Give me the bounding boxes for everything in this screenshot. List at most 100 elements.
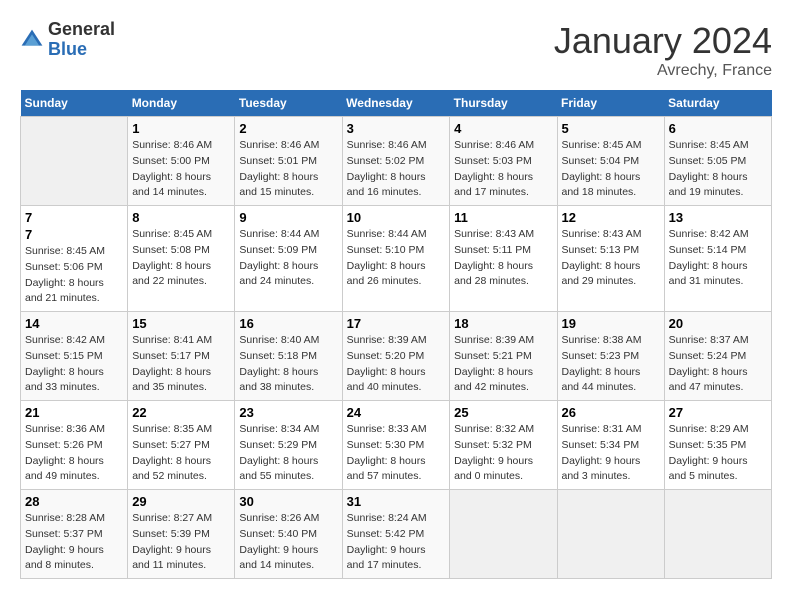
calendar-cell: 6 Sunrise: 8:45 AM Sunset: 5:05 PM Daylig… <box>664 117 771 206</box>
day-info: Sunrise: 8:32 AM Sunset: 5:32 PM Dayligh… <box>454 422 552 485</box>
calendar-cell: 14 Sunrise: 8:42 AM Sunset: 5:15 PM Dayli… <box>21 312 128 401</box>
calendar-cell: 18 Sunrise: 8:39 AM Sunset: 5:21 PM Dayli… <box>450 312 557 401</box>
calendar-cell: 4Sunrise: 8:46 AM Sunset: 5:03 PM Daylig… <box>450 117 557 206</box>
calendar-cell: 9 Sunrise: 8:44 AM Sunset: 5:09 PM Daylig… <box>235 206 342 312</box>
day-info: Sunrise: 8:46 AM Sunset: 5:01 PM Dayligh… <box>239 138 337 201</box>
location-title: Avrechy, France <box>554 62 772 80</box>
logo-text: General Blue <box>48 20 115 60</box>
day-number: 26 <box>562 405 660 420</box>
day-number: 24 <box>347 405 446 420</box>
day-info: Sunrise: 8:29 AM Sunset: 5:35 PM Dayligh… <box>669 422 767 485</box>
logo-blue-text: Blue <box>48 40 115 60</box>
calendar-cell: 13 Sunrise: 8:42 AM Sunset: 5:14 PM Dayli… <box>664 206 771 312</box>
day-info: Sunrise: 8:39 AM Sunset: 5:21 PM Dayligh… <box>454 333 552 396</box>
day-info: Sunrise: 8:36 AM Sunset: 5:26 PM Dayligh… <box>25 422 123 485</box>
day-info: Sunrise: 8:34 AM Sunset: 5:29 PM Dayligh… <box>239 422 337 485</box>
calendar-cell: 20Sunrise: 8:37 AM Sunset: 5:24 PM Dayli… <box>664 312 771 401</box>
calendar-cell: 1 Sunrise: 8:46 AM Sunset: 5:00 PM Daylig… <box>128 117 235 206</box>
calendar-cell: 30Sunrise: 8:26 AM Sunset: 5:40 PM Dayli… <box>235 490 342 579</box>
day-number: 3 <box>347 121 446 136</box>
day-info: Sunrise: 8:42 AM Sunset: 5:15 PM Dayligh… <box>25 333 123 396</box>
day-number: 5 <box>562 121 660 136</box>
calendar-cell: 29 Sunrise: 8:27 AM Sunset: 5:39 PM Dayli… <box>128 490 235 579</box>
calendar-cell: 31 Sunrise: 8:24 AM Sunset: 5:42 PM Dayli… <box>342 490 450 579</box>
day-number: 17 <box>347 316 446 331</box>
calendar-cell: 16 Sunrise: 8:40 AM Sunset: 5:18 PM Dayli… <box>235 312 342 401</box>
day-info: Sunrise: 8:46 AM Sunset: 5:03 PM Dayligh… <box>454 138 552 201</box>
day-info: Sunrise: 8:38 AM Sunset: 5:23 PM Dayligh… <box>562 333 660 396</box>
day-number: 1 <box>132 121 230 136</box>
weekday-header-friday: Friday <box>557 90 664 117</box>
calendar-cell: 10Sunrise: 8:44 AM Sunset: 5:10 PM Dayli… <box>342 206 450 312</box>
weekday-header-tuesday: Tuesday <box>235 90 342 117</box>
day-number: 7 <box>25 210 123 225</box>
day-number: 19 <box>562 316 660 331</box>
day-info: Sunrise: 8:28 AM Sunset: 5:37 PM Dayligh… <box>25 511 123 574</box>
calendar-cell <box>557 490 664 579</box>
weekday-header-thursday: Thursday <box>450 90 557 117</box>
day-info: Sunrise: 8:24 AM Sunset: 5:42 PM Dayligh… <box>347 511 446 574</box>
calendar-cell: 5 Sunrise: 8:45 AM Sunset: 5:04 PM Daylig… <box>557 117 664 206</box>
day-number: 9 <box>239 210 337 225</box>
weekday-header-saturday: Saturday <box>664 90 771 117</box>
day-number: 23 <box>239 405 337 420</box>
day-info: Sunrise: 8:42 AM Sunset: 5:14 PM Dayligh… <box>669 227 767 290</box>
day-info: Sunrise: 8:45 AM Sunset: 5:06 PM Dayligh… <box>25 244 123 307</box>
calendar-cell: 2 Sunrise: 8:46 AM Sunset: 5:01 PM Daylig… <box>235 117 342 206</box>
day-info: Sunrise: 8:40 AM Sunset: 5:18 PM Dayligh… <box>239 333 337 396</box>
day-number: 31 <box>347 494 446 509</box>
day-info: Sunrise: 8:39 AM Sunset: 5:20 PM Dayligh… <box>347 333 446 396</box>
day-number: 27 <box>669 405 767 420</box>
calendar-cell: 21 Sunrise: 8:36 AM Sunset: 5:26 PM Dayli… <box>21 401 128 490</box>
weekday-header-sunday: Sunday <box>21 90 128 117</box>
logo: General Blue <box>20 20 115 60</box>
logo-icon <box>20 28 44 52</box>
day-info: Sunrise: 8:44 AM Sunset: 5:09 PM Dayligh… <box>239 227 337 290</box>
calendar-cell: 28Sunrise: 8:28 AM Sunset: 5:37 PM Dayli… <box>21 490 128 579</box>
calendar-cell: 25 Sunrise: 8:32 AM Sunset: 5:32 PM Dayli… <box>450 401 557 490</box>
logo-general-text: General <box>48 20 115 40</box>
day-number: 13 <box>669 210 767 225</box>
calendar-cell: 22 Sunrise: 8:35 AM Sunset: 5:27 PM Dayli… <box>128 401 235 490</box>
calendar-cell <box>21 117 128 206</box>
day-number: 14 <box>25 316 123 331</box>
day-number: 6 <box>669 121 767 136</box>
day-info: Sunrise: 8:35 AM Sunset: 5:27 PM Dayligh… <box>132 422 230 485</box>
calendar-cell: 15Sunrise: 8:41 AM Sunset: 5:17 PM Dayli… <box>128 312 235 401</box>
day-number: 2 <box>239 121 337 136</box>
calendar-header-row: SundayMondayTuesdayWednesdayThursdayFrid… <box>21 90 772 117</box>
day-number: 16 <box>239 316 337 331</box>
calendar-week-row: 1 Sunrise: 8:46 AM Sunset: 5:00 PM Daylig… <box>21 117 772 206</box>
day-number: 8 <box>132 210 230 225</box>
calendar-table: SundayMondayTuesdayWednesdayThursdayFrid… <box>20 90 772 579</box>
calendar-cell <box>664 490 771 579</box>
day-info: Sunrise: 8:43 AM Sunset: 5:11 PM Dayligh… <box>454 227 552 290</box>
day-info: Sunrise: 8:41 AM Sunset: 5:17 PM Dayligh… <box>132 333 230 396</box>
calendar-cell: 8 Sunrise: 8:45 AM Sunset: 5:08 PM Daylig… <box>128 206 235 312</box>
calendar-cell: 26 Sunrise: 8:31 AM Sunset: 5:34 PM Dayli… <box>557 401 664 490</box>
calendar-cell <box>450 490 557 579</box>
weekday-header-wednesday: Wednesday <box>342 90 450 117</box>
day-number: 22 <box>132 405 230 420</box>
day-info: Sunrise: 8:45 AM Sunset: 5:04 PM Dayligh… <box>562 138 660 201</box>
day-info: Sunrise: 8:31 AM Sunset: 5:34 PM Dayligh… <box>562 422 660 485</box>
day-number: 29 <box>132 494 230 509</box>
day-info: Sunrise: 8:46 AM Sunset: 5:00 PM Dayligh… <box>132 138 230 201</box>
day-number: 18 <box>454 316 552 331</box>
day-number: 7 <box>25 227 123 242</box>
day-info: Sunrise: 8:37 AM Sunset: 5:24 PM Dayligh… <box>669 333 767 396</box>
calendar-cell: 17 Sunrise: 8:39 AM Sunset: 5:20 PM Dayli… <box>342 312 450 401</box>
day-info: Sunrise: 8:45 AM Sunset: 5:08 PM Dayligh… <box>132 227 230 290</box>
day-info: Sunrise: 8:44 AM Sunset: 5:10 PM Dayligh… <box>347 227 446 290</box>
day-number: 30 <box>239 494 337 509</box>
day-info: Sunrise: 8:27 AM Sunset: 5:39 PM Dayligh… <box>132 511 230 574</box>
calendar-cell: 11Sunrise: 8:43 AM Sunset: 5:11 PM Dayli… <box>450 206 557 312</box>
calendar-cell: 3Sunrise: 8:46 AM Sunset: 5:02 PM Daylig… <box>342 117 450 206</box>
day-number: 21 <box>25 405 123 420</box>
weekday-header-monday: Monday <box>128 90 235 117</box>
day-info: Sunrise: 8:45 AM Sunset: 5:05 PM Dayligh… <box>669 138 767 201</box>
calendar-week-row: 21 Sunrise: 8:36 AM Sunset: 5:26 PM Dayli… <box>21 401 772 490</box>
title-block: January 2024 Avrechy, France <box>554 20 772 80</box>
day-number: 25 <box>454 405 552 420</box>
calendar-cell: 23 Sunrise: 8:34 AM Sunset: 5:29 PM Dayli… <box>235 401 342 490</box>
